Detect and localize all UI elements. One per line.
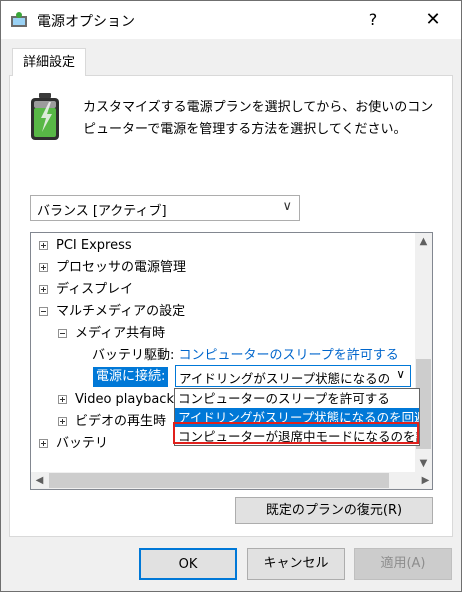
dropdown-option[interactable]: コンピューターのスリープを許可する: [175, 389, 419, 408]
tree-item-processor[interactable]: プロセッサの電源管理: [39, 257, 186, 279]
dropdown-option[interactable]: コンピューターが退席中モードになるのを許可する: [175, 427, 419, 446]
battery-icon: [31, 93, 59, 140]
expand-icon[interactable]: [39, 439, 48, 448]
window-title: 電源オプション: [37, 14, 135, 30]
cancel-button[interactable]: キャンセル: [247, 548, 345, 580]
tree-item-multimedia[interactable]: マルチメディアの設定: [39, 301, 185, 323]
scroll-left-icon[interactable]: ◀: [31, 472, 48, 489]
tree-item-video-playback[interactable]: Video playback: [39, 389, 174, 411]
dropdown-option-selected[interactable]: アイドリングがスリープ状態になるのを回避する: [175, 408, 419, 427]
plugged-in-setting-combo[interactable]: アイドリングがスリープ状態になるのを回避 ∨: [175, 365, 411, 387]
description-text: カスタマイズする電源プランを選択してから、お使いのコンピューターで電源を管理する…: [83, 100, 434, 137]
plugged-in-setting-label: 電源に接続:: [93, 367, 169, 387]
close-button[interactable]: ✕: [413, 1, 453, 39]
expand-icon[interactable]: [39, 285, 48, 294]
tree-item-video-playing[interactable]: ビデオの再生時: [39, 411, 166, 433]
power-plan-value: バランス [アクティブ]: [37, 204, 167, 219]
power-options-window: 電源オプション ? ✕ 詳細設定 カスタマイズする電源プランを選択してから、お使…: [0, 0, 462, 592]
chevron-down-icon: ∨: [396, 367, 405, 381]
title-bar: 電源オプション ? ✕: [1, 1, 461, 39]
collapse-icon[interactable]: [39, 307, 48, 316]
tree-item-display[interactable]: ディスプレイ: [39, 279, 133, 301]
battery-setting-label: バッテリ駆動:: [92, 348, 175, 363]
settings-tree[interactable]: PCI Express プロセッサの電源管理 ディスプレイ マルチメディアの設定…: [30, 232, 433, 490]
expand-icon[interactable]: [58, 395, 67, 404]
expand-icon[interactable]: [39, 241, 48, 250]
power-plan-select[interactable]: バランス [アクティブ] ∨: [30, 195, 300, 221]
tree-item-media-sharing[interactable]: メディア共有時: [58, 323, 165, 345]
battery-setting-row[interactable]: バッテリ駆動: コンピューターのスリープを許可する: [92, 345, 399, 367]
restore-defaults-button[interactable]: 既定のプランの復元(R): [235, 497, 433, 524]
tree-item-battery[interactable]: バッテリ: [39, 433, 108, 455]
scroll-down-icon[interactable]: ▼: [415, 455, 432, 472]
scroll-right-icon[interactable]: ▶: [417, 472, 432, 489]
plugged-in-setting-value: アイドリングがスリープ状態になるのを回避: [179, 371, 389, 386]
dropdown-list[interactable]: コンピューターのスリープを許可する アイドリングがスリープ状態になるのを回避する…: [174, 388, 420, 446]
collapse-icon[interactable]: [58, 329, 67, 338]
tree-item-pci-express[interactable]: PCI Express: [39, 235, 132, 257]
battery-setting-value[interactable]: コンピューターのスリープを許可する: [179, 348, 399, 363]
chevron-down-icon: ∨: [282, 199, 292, 214]
tab-advanced-settings[interactable]: 詳細設定: [12, 48, 86, 76]
help-button[interactable]: ?: [355, 1, 391, 39]
expand-icon[interactable]: [39, 263, 48, 272]
scroll-up-icon[interactable]: ▲: [415, 233, 432, 250]
ok-button[interactable]: OK: [139, 548, 237, 580]
horizontal-scrollbar[interactable]: ◀ ▶: [31, 472, 432, 489]
power-options-icon: [11, 12, 27, 27]
expand-icon[interactable]: [58, 417, 67, 426]
apply-button[interactable]: 適用(A): [354, 548, 452, 580]
horizontal-scroll-thumb[interactable]: [49, 473, 389, 488]
